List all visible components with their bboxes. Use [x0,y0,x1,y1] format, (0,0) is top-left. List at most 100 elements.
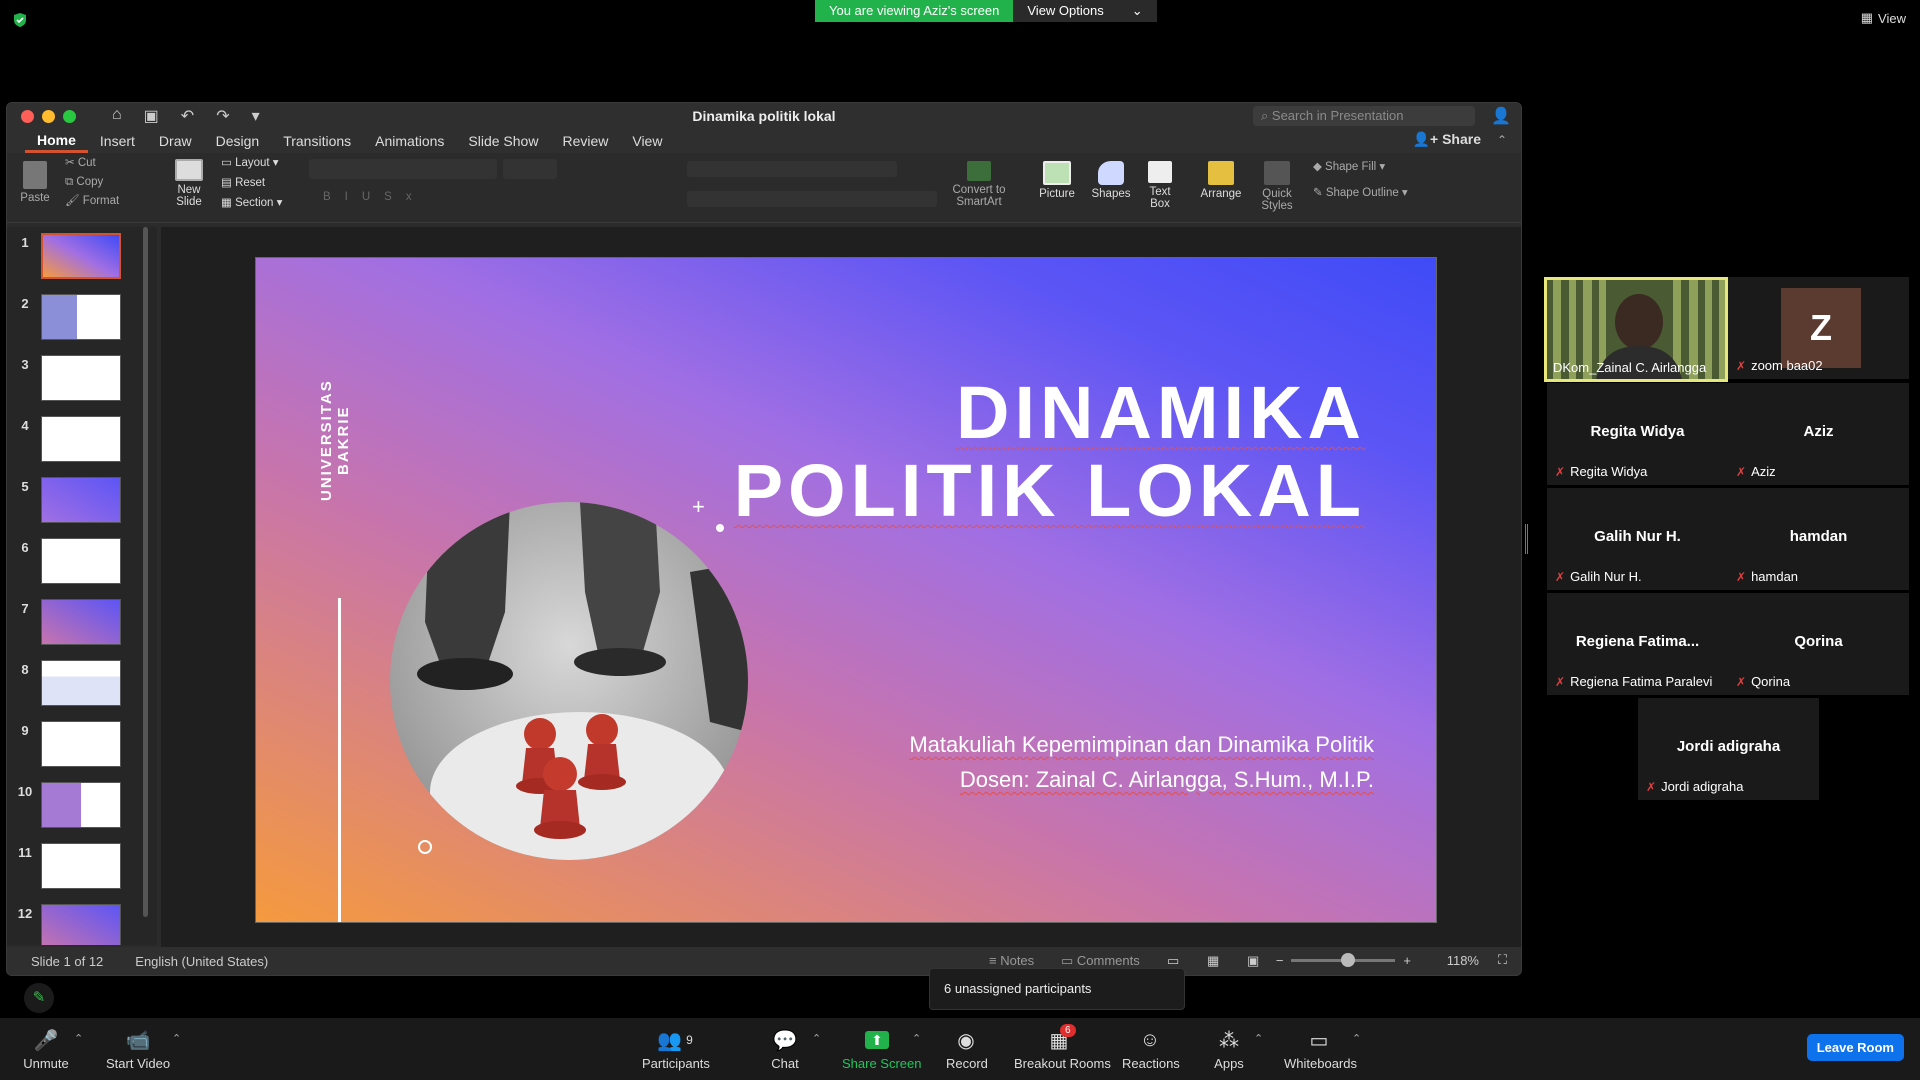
paragraph-list-buttons[interactable] [687,161,897,177]
participant-tile[interactable]: Qorina ✗ Qorina [1728,593,1909,695]
comments-button[interactable]: ▭ Comments [1061,953,1140,969]
paste-button[interactable]: Paste [17,161,53,204]
account-icon[interactable]: 👤 [1491,106,1511,126]
tab-review[interactable]: Review [550,131,620,151]
fit-to-window-icon[interactable]: ⛶ [1498,952,1507,968]
view-options-button[interactable]: View Options ⌄ [1013,0,1157,22]
thumbnail-row[interactable]: 5 [7,471,157,532]
tab-animations[interactable]: Animations [363,131,456,151]
participants-button[interactable]: 👥 9 Participants [642,1028,710,1072]
participant-tile[interactable]: Aziz ✗ Aziz [1728,383,1909,485]
minimize-window-button[interactable] [42,109,55,123]
thumbnail-row[interactable]: 2 [7,288,157,349]
slide-thumbnail[interactable] [41,904,121,945]
thumbnail-row[interactable]: 10 [7,776,157,837]
share-button[interactable]: 👤+ Share [1413,131,1481,148]
slide-sorter-icon[interactable]: ▦ [1207,953,1219,969]
thumbnail-row[interactable]: 11 [7,837,157,898]
unmute-button[interactable]: 🎤 Unmute [22,1028,70,1072]
slide-thumbnail[interactable] [41,538,121,584]
reactions-button[interactable]: ☺ Reactions [1122,1028,1180,1072]
text-box-button[interactable]: Text Box [1143,161,1177,210]
language-indicator[interactable]: English (United States) [135,954,268,969]
customize-toolbar-icon[interactable]: ▾ [252,106,260,126]
picture-button[interactable]: Picture [1035,161,1079,200]
maximize-window-button[interactable] [63,109,76,123]
format-painter-button[interactable]: 🖌 Format [65,195,119,207]
tab-slide-show[interactable]: Slide Show [456,131,550,151]
normal-view-icon[interactable]: ▭ [1167,953,1179,969]
tab-view[interactable]: View [620,131,674,151]
quick-styles-button[interactable]: Quick Styles [1255,161,1299,212]
annotate-pencil-icon[interactable]: ✎ [24,983,54,1013]
record-button[interactable]: ◉ Record [946,1028,988,1072]
tab-draw[interactable]: Draw [147,131,204,151]
current-slide[interactable]: UNIVERSITAS BAKRIE + DINAMIKA POLITIK LO… [255,257,1437,923]
search-presentation-input[interactable]: ⌕ Search in Presentation [1253,106,1475,126]
participant-tile[interactable]: Galih Nur H. ✗ Galih Nur H. [1547,488,1728,590]
chat-options-chevron-icon[interactable]: ⌃ [812,1032,821,1045]
convert-smartart-button[interactable]: Convert to SmartArt [947,161,1011,208]
zoom-in-icon[interactable]: + [1403,953,1411,968]
tab-home[interactable]: Home [25,130,88,153]
save-icon[interactable]: ▣ [144,106,159,126]
zoom-slider[interactable] [1291,953,1396,967]
layout-button[interactable]: ▭ Layout ▾ [221,157,279,169]
video-options-chevron-icon[interactable]: ⌃ [172,1032,181,1045]
thumbnail-row[interactable]: 3 [7,349,157,410]
participant-tile[interactable]: Regiena Fatima... ✗ Regiena Fatima Parale… [1547,593,1728,695]
tab-transitions[interactable]: Transitions [271,131,363,151]
slide-thumbnail[interactable] [41,233,121,279]
shapes-button[interactable]: Shapes [1089,161,1133,200]
slide-thumbnail[interactable] [41,721,121,767]
copy-button[interactable]: ⧉ Copy [65,176,103,188]
tab-insert[interactable]: Insert [88,131,147,151]
slide-thumbnail[interactable] [41,416,121,462]
home-icon[interactable]: ⌂ [112,106,122,126]
slide-thumbnail[interactable] [41,599,121,645]
apps-options-chevron-icon[interactable]: ⌃ [1254,1032,1263,1045]
participant-video-tile[interactable]: DKom_Zainal C. Airlangga [1544,277,1728,382]
font-format-buttons[interactable]: BIUSx [323,191,426,203]
share-options-chevron-icon[interactable]: ⌃ [912,1032,921,1045]
section-button[interactable]: ▦ Section ▾ [221,197,282,209]
thumbnail-row[interactable]: 9 [7,715,157,776]
chat-button[interactable]: 💬 Chat [770,1028,800,1072]
participant-tile[interactable]: Regita Widya ✗ Regita Widya [1547,383,1728,485]
thumbnail-row[interactable]: 6 [7,532,157,593]
thumbnail-row[interactable]: 7 [7,593,157,654]
chess-pieces-photo[interactable] [390,502,748,860]
slide-thumbnail[interactable] [41,355,121,401]
collapse-ribbon-icon[interactable]: ⌃ [1497,133,1507,147]
apps-button[interactable]: ⁂ Apps [1214,1028,1244,1072]
tab-design[interactable]: Design [204,131,272,151]
paragraph-align-buttons[interactable] [687,191,937,207]
slide-thumbnail[interactable] [41,843,121,889]
redo-icon[interactable]: ↷ [216,106,229,126]
shape-outline-button[interactable]: ✎ Shape Outline ▾ [1313,187,1408,199]
slide-thumbnail[interactable] [41,294,121,340]
zoom-slider-knob[interactable] [1341,953,1356,967]
font-size-select[interactable] [503,159,557,179]
share-screen-button[interactable]: ⬆ Share Screen [842,1028,922,1071]
whiteboards-button[interactable]: ▭ Whiteboards [1284,1028,1357,1072]
breakout-rooms-button[interactable]: ▦ 6 Breakout Rooms [1014,1024,1111,1071]
notes-button[interactable]: ≡ Notes [989,953,1034,968]
thumbnail-row[interactable]: 12 [7,898,157,945]
slide-thumbnail[interactable] [41,782,121,828]
audio-options-chevron-icon[interactable]: ⌃ [74,1032,83,1045]
participant-tile[interactable]: hamdan ✗ hamdan [1728,488,1909,590]
presenter-view-icon[interactable]: ▣ [1247,953,1259,969]
view-button[interactable]: ▦ View [1861,10,1906,26]
thumbnail-row[interactable]: 4 [7,410,157,471]
participant-tile[interactable]: Z ✗ zoom baa02 [1728,277,1909,379]
undo-icon[interactable]: ↶ [181,106,194,126]
cut-button[interactable]: ✂ Cut [65,157,96,169]
participant-tile[interactable]: Jordi adigraha ✗ Jordi adigraha [1638,698,1819,800]
thumbnails-scrollbar[interactable] [143,227,148,917]
shape-fill-button[interactable]: ◆ Shape Fill ▾ [1313,161,1385,173]
zoom-out-icon[interactable]: − [1276,953,1284,968]
security-shield-icon[interactable] [12,12,28,28]
thumbnail-row[interactable]: 1 [7,227,157,288]
slide-thumbnail[interactable] [41,477,121,523]
